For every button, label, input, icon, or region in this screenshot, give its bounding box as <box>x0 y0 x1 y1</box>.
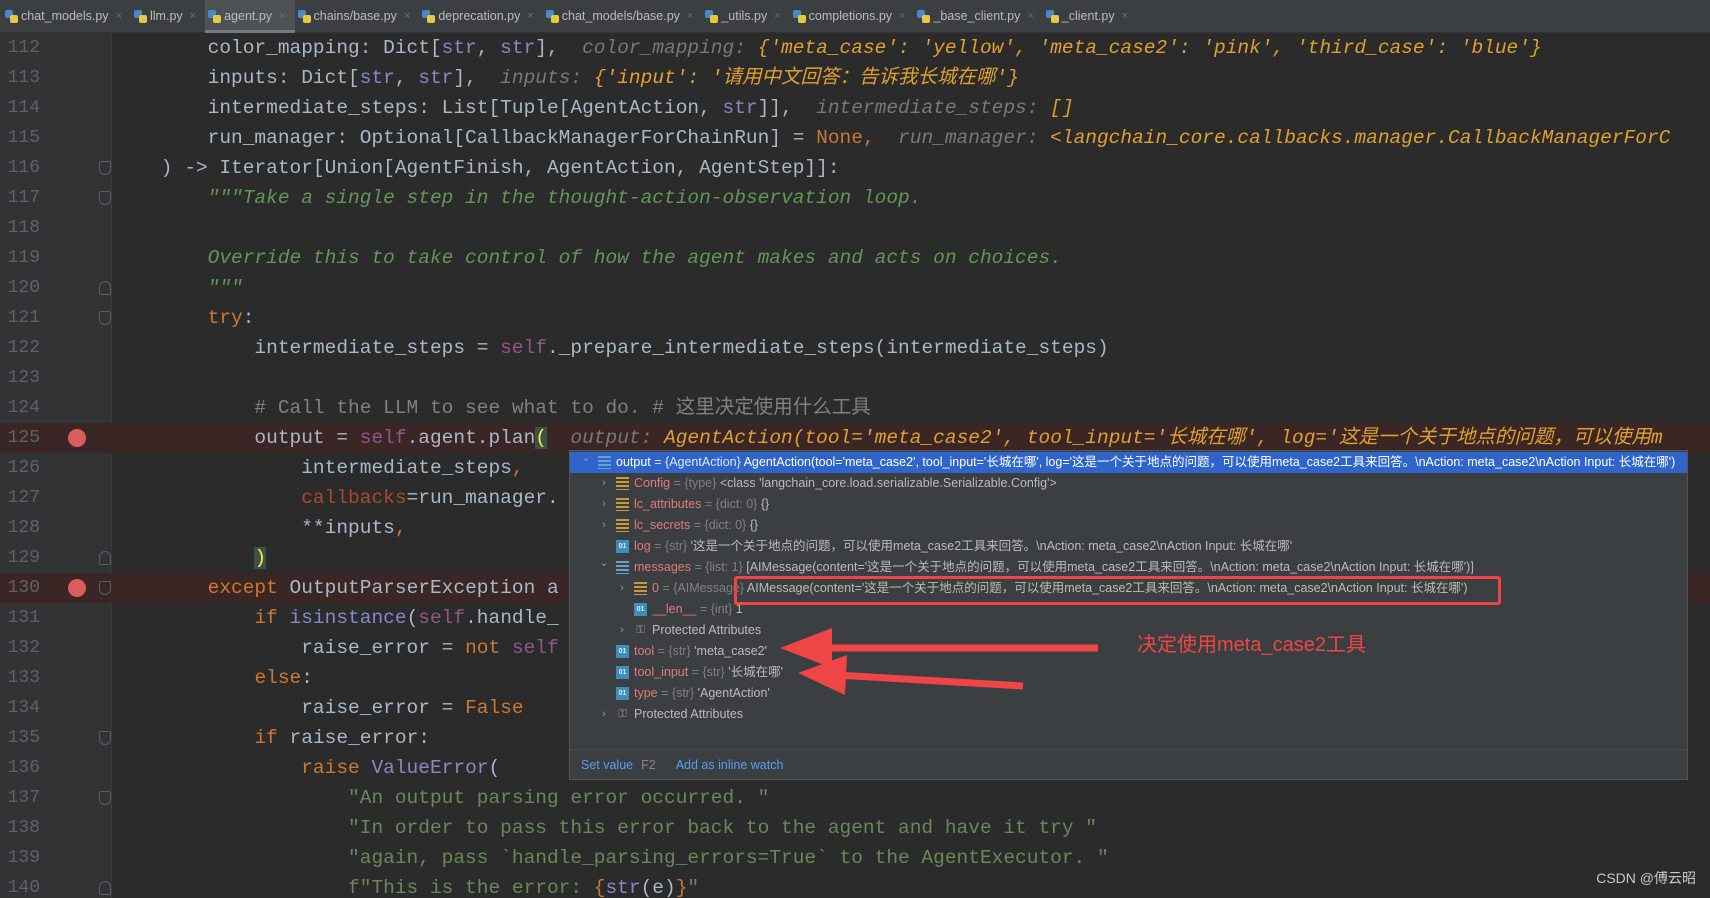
watermark: CSDN @傅云昭 <box>1596 870 1696 886</box>
annotation-text: 决定使用meta_case2工具 <box>1137 634 1366 656</box>
annotation-arrows <box>780 628 1098 695</box>
arrow-shaft-tool-input <box>835 671 1024 690</box>
arrow-head-tool <box>780 628 832 668</box>
